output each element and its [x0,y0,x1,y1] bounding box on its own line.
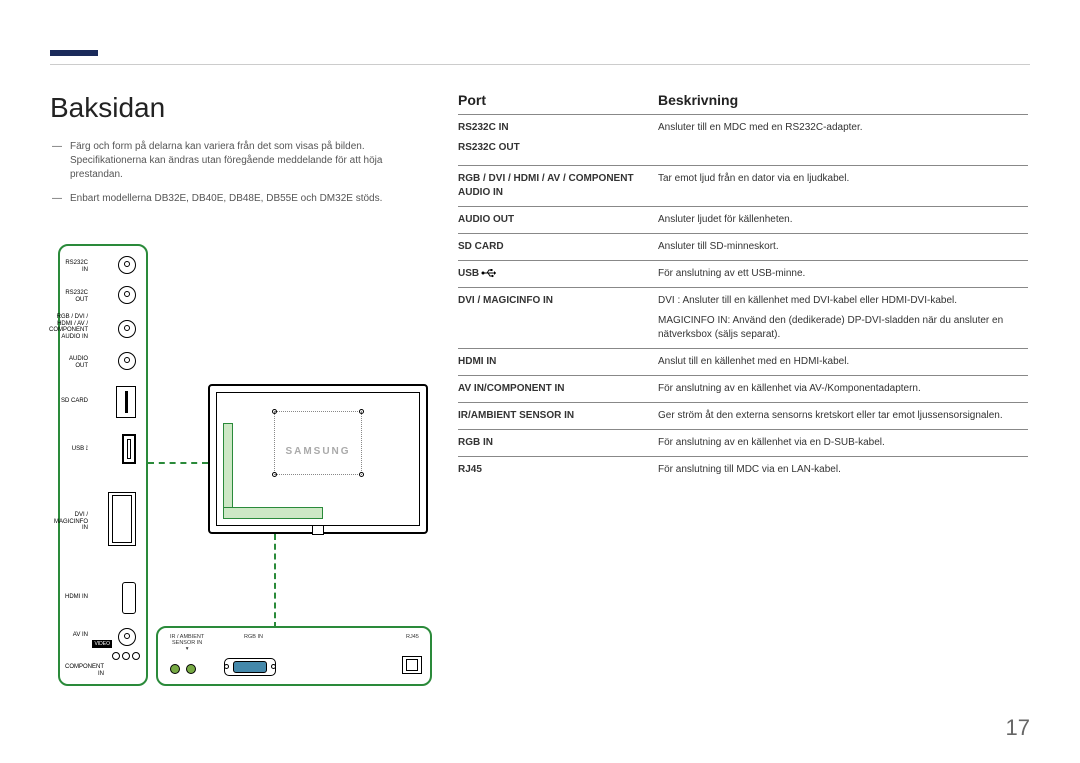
top-rule [50,64,1030,65]
green-highlight-horizontal [223,507,323,519]
port-dvi-magicinfo [108,492,136,546]
monitor-brand: SAMSUNG [210,446,426,457]
port-desc: Tar emot ljud från en dator via en ljudk… [658,172,1028,200]
table-row: RS232C INAnsluter till en MDC med en RS2… [458,114,1028,141]
hlabel-rj45: RJ45 [406,634,419,640]
port-component-in [112,652,140,660]
port-table: Port Beskrivning RS232C INAnsluter till … [458,92,1028,483]
green-highlight-vertical [223,423,233,517]
note-2: Enbart modellerna DB32E, DB40E, DB48E, D… [62,192,422,206]
table-row: MAGICINFO IN: Använd den (dedikerade) DP… [458,314,1028,348]
port-desc: För anslutning till MDC via en LAN-kabel… [658,463,1028,477]
port-desc: Ansluter till en MDC med en RS232C-adapt… [658,121,1028,135]
port-audio-out [118,352,136,370]
dash-line-h [148,462,208,464]
vlabel-rs232c-out: RS232C OUT [60,290,88,303]
usb-icon [481,268,499,278]
port-usb [122,434,136,464]
vlabel-rs232c-in: RS232C IN [60,260,88,273]
port-desc: För anslutning av ett USB-minne. [658,267,1028,281]
header-port: Port [458,92,658,108]
header-desc: Beskrivning [658,92,738,108]
table-row: AV IN/COMPONENT INFör anslutning av en k… [458,375,1028,402]
port-desc: Anslut till en källenhet med en HDMI-kab… [658,355,1028,369]
port-rs232c-in [118,256,136,274]
port-name: USB [458,267,658,281]
hlabel-rgb-in: RGB IN [244,634,263,640]
vlabel-hdmi: HDMI IN [65,594,88,601]
vlabel-usb: USB ⟟ [72,446,88,453]
port-name [458,314,658,342]
dash-line-v [274,534,276,628]
port-table-header: Port Beskrivning [458,92,1028,114]
port-name: AUDIO OUT [458,213,658,227]
port-name: RJ45 [458,463,658,477]
page-number: 17 [1006,715,1030,741]
port-sd-card [116,386,136,418]
port-ir-sensor-1 [170,664,180,674]
port-ir-sensor-2 [186,664,196,674]
port-name: AV IN/COMPONENT IN [458,382,658,396]
port-desc: Ger ström åt den externa sensorns kretsk… [658,409,1028,423]
vlabel-audio-out: AUDIO OUT [60,356,88,369]
diagram-area: VIDEO RS232C IN RS232C OUT RGB / DVI / H… [58,244,438,704]
monitor-inner [216,392,420,526]
port-name: SD CARD [458,240,658,254]
table-row: USBFör anslutning av ett USB-minne. [458,260,1028,287]
port-audio-in [118,320,136,338]
vesa-pattern [274,411,362,475]
table-row: HDMI INAnslut till en källenhet med en H… [458,348,1028,375]
vlabel-component-in: COMPONENT IN [60,664,104,677]
video-badge: VIDEO [92,640,112,648]
table-row: AUDIO OUTAnsluter ljudet för källenheten… [458,206,1028,233]
horizontal-port-panel: IR / AMBIENT SENSOR IN ▾ RGB IN RJ45 [156,626,432,686]
port-name: DVI / MAGICINFO IN [458,294,658,308]
vlabel-audio-in: RGB / DVI / HDMI / AV / COMPONENT AUDIO … [49,314,88,340]
port-desc: Ansluter till SD-minneskort. [658,240,1028,254]
vlabel-dvi: DVI / MAGICINFO IN [54,512,88,532]
vlabel-av-in: AV IN [73,632,88,639]
port-desc: För anslutning av en källenhet via en D-… [658,436,1028,450]
table-row: RGB INFör anslutning av en källenhet via… [458,429,1028,456]
vlabel-sd-card: SD CARD [61,398,88,405]
note-1: Färg och form på delarna kan variera frå… [62,140,422,182]
port-av-in [118,628,136,646]
page-title: Baksidan [50,92,165,124]
accent-line [50,50,98,56]
port-rs232c-out [118,286,136,304]
notes-block: Färg och form på delarna kan variera frå… [62,140,422,216]
table-row: IR/AMBIENT SENSOR INGer ström åt den ext… [458,402,1028,429]
table-row: RJ45För anslutning till MDC via en LAN-k… [458,456,1028,483]
monitor-stand [312,525,324,535]
port-desc: MAGICINFO IN: Använd den (dedikerade) DP… [658,314,1028,342]
vertical-port-panel: VIDEO RS232C IN RS232C OUT RGB / DVI / H… [58,244,148,686]
port-name: RS232C OUT [458,141,658,159]
port-name: RGB / DVI / HDMI / AV / COMPONENT AUDIO … [458,172,658,200]
port-hdmi [122,582,136,614]
port-rj45 [402,656,422,674]
port-name: RGB IN [458,436,658,450]
table-row: RS232C OUT [458,141,1028,165]
port-name: RS232C IN [458,121,658,135]
port-desc [658,141,1028,159]
hlabel-ir-sensor: IR / AMBIENT SENSOR IN ▾ [170,634,204,652]
table-row: RGB / DVI / HDMI / AV / COMPONENT AUDIO … [458,165,1028,206]
table-row: SD CARDAnsluter till SD-minneskort. [458,233,1028,260]
port-desc: DVI : Ansluter till en källenhet med DVI… [658,294,1028,308]
port-name: IR/AMBIENT SENSOR IN [458,409,658,423]
port-name: HDMI IN [458,355,658,369]
table-row: DVI / MAGICINFO INDVI : Ansluter till en… [458,287,1028,314]
port-desc: För anslutning av en källenhet via AV-/K… [658,382,1028,396]
port-desc: Ansluter ljudet för källenheten. [658,213,1028,227]
port-rgb-in [224,658,276,676]
monitor-rear-view: SAMSUNG [208,384,428,534]
